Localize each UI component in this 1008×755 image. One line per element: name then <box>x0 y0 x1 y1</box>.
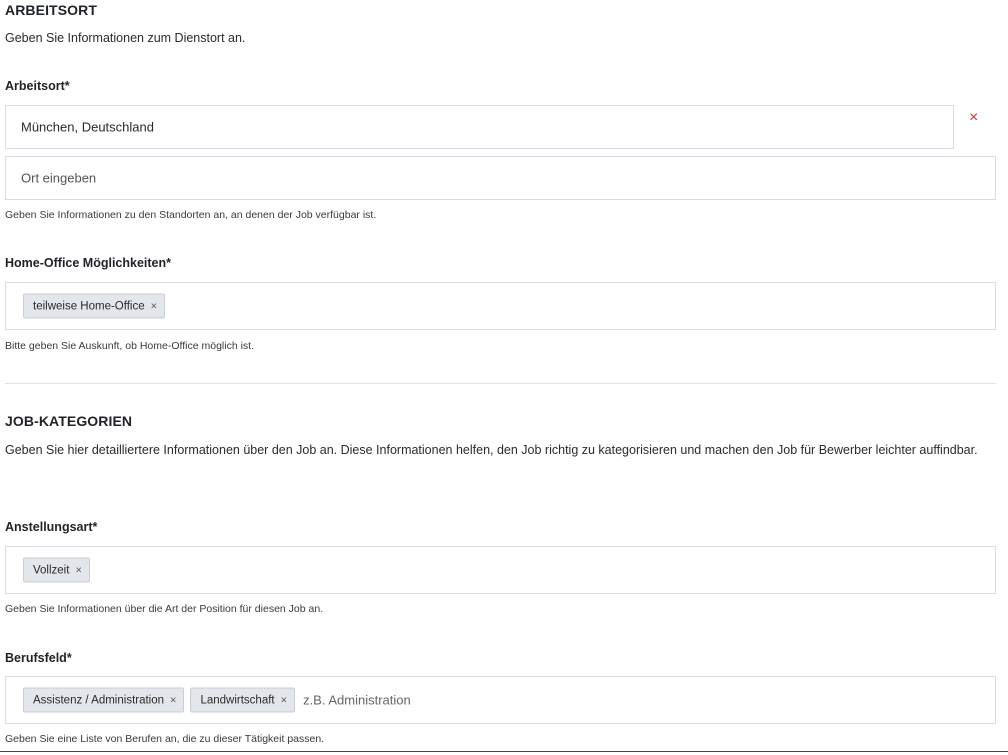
section-description-location: Geben Sie Informationen zum Dienstort an… <box>5 31 246 45</box>
workplace-help: Geben Sie Informationen zu den Standorte… <box>5 209 377 221</box>
tag-chip-agriculture: Landwirtschaft × <box>190 687 296 713</box>
workplace-input-new[interactable]: Ort eingeben <box>5 156 996 200</box>
employment-type-label: Anstellungsart* <box>5 520 98 534</box>
occupational-field-help: Geben Sie eine Liste von Berufen an, die… <box>5 733 325 745</box>
workplace-value: München, Deutschland <box>21 119 154 135</box>
tag-remove-icon[interactable]: × <box>151 300 157 312</box>
tag-label: Landwirtschaft <box>200 694 275 706</box>
occupational-field-tag-input[interactable]: Assistenz / Administration × Landwirtsch… <box>5 676 996 724</box>
bottom-border <box>0 751 1008 752</box>
tag-remove-icon[interactable]: × <box>170 694 176 706</box>
tag-label: teilweise Home-Office <box>33 300 145 312</box>
tag-remove-icon[interactable]: × <box>75 564 81 576</box>
occupational-field-label: Berufsfeld* <box>5 651 72 665</box>
workplace-input-munich[interactable]: München, Deutschland <box>5 105 954 149</box>
section-divider <box>5 383 996 384</box>
employment-type-tag-input[interactable]: Vollzeit × <box>5 546 996 594</box>
tag-chip-home-office: teilweise Home-Office × <box>23 293 166 319</box>
tag-chip-full-time: Vollzeit × <box>23 557 90 583</box>
tag-chip-assistance: Assistenz / Administration × <box>23 687 185 713</box>
home-office-label: Home-Office Möglichkeiten* <box>5 256 171 270</box>
home-office-tag-input[interactable]: teilweise Home-Office × <box>5 282 996 330</box>
tag-label: Assistenz / Administration <box>33 694 165 706</box>
tag-remove-icon[interactable]: × <box>281 694 287 706</box>
workplace-label: Arbeitsort* <box>5 79 70 93</box>
workplace-placeholder: Ort eingeben <box>21 170 97 186</box>
section-title-location: ARBEITSORT <box>5 2 97 18</box>
tag-label: Vollzeit <box>33 564 70 576</box>
occupational-field-search-input[interactable]: z.B. Administration <box>303 693 411 708</box>
home-office-help: Bitte geben Sie Auskunft, ob Home-Office… <box>5 340 255 352</box>
remove-workplace-button[interactable]: × <box>969 110 978 126</box>
employment-type-help: Geben Sie Informationen über die Art der… <box>5 603 324 615</box>
section-description-categories: Geben Sie hier detailliertere Informatio… <box>5 443 978 457</box>
section-title-categories: JOB-KATEGORIEN <box>5 413 133 429</box>
